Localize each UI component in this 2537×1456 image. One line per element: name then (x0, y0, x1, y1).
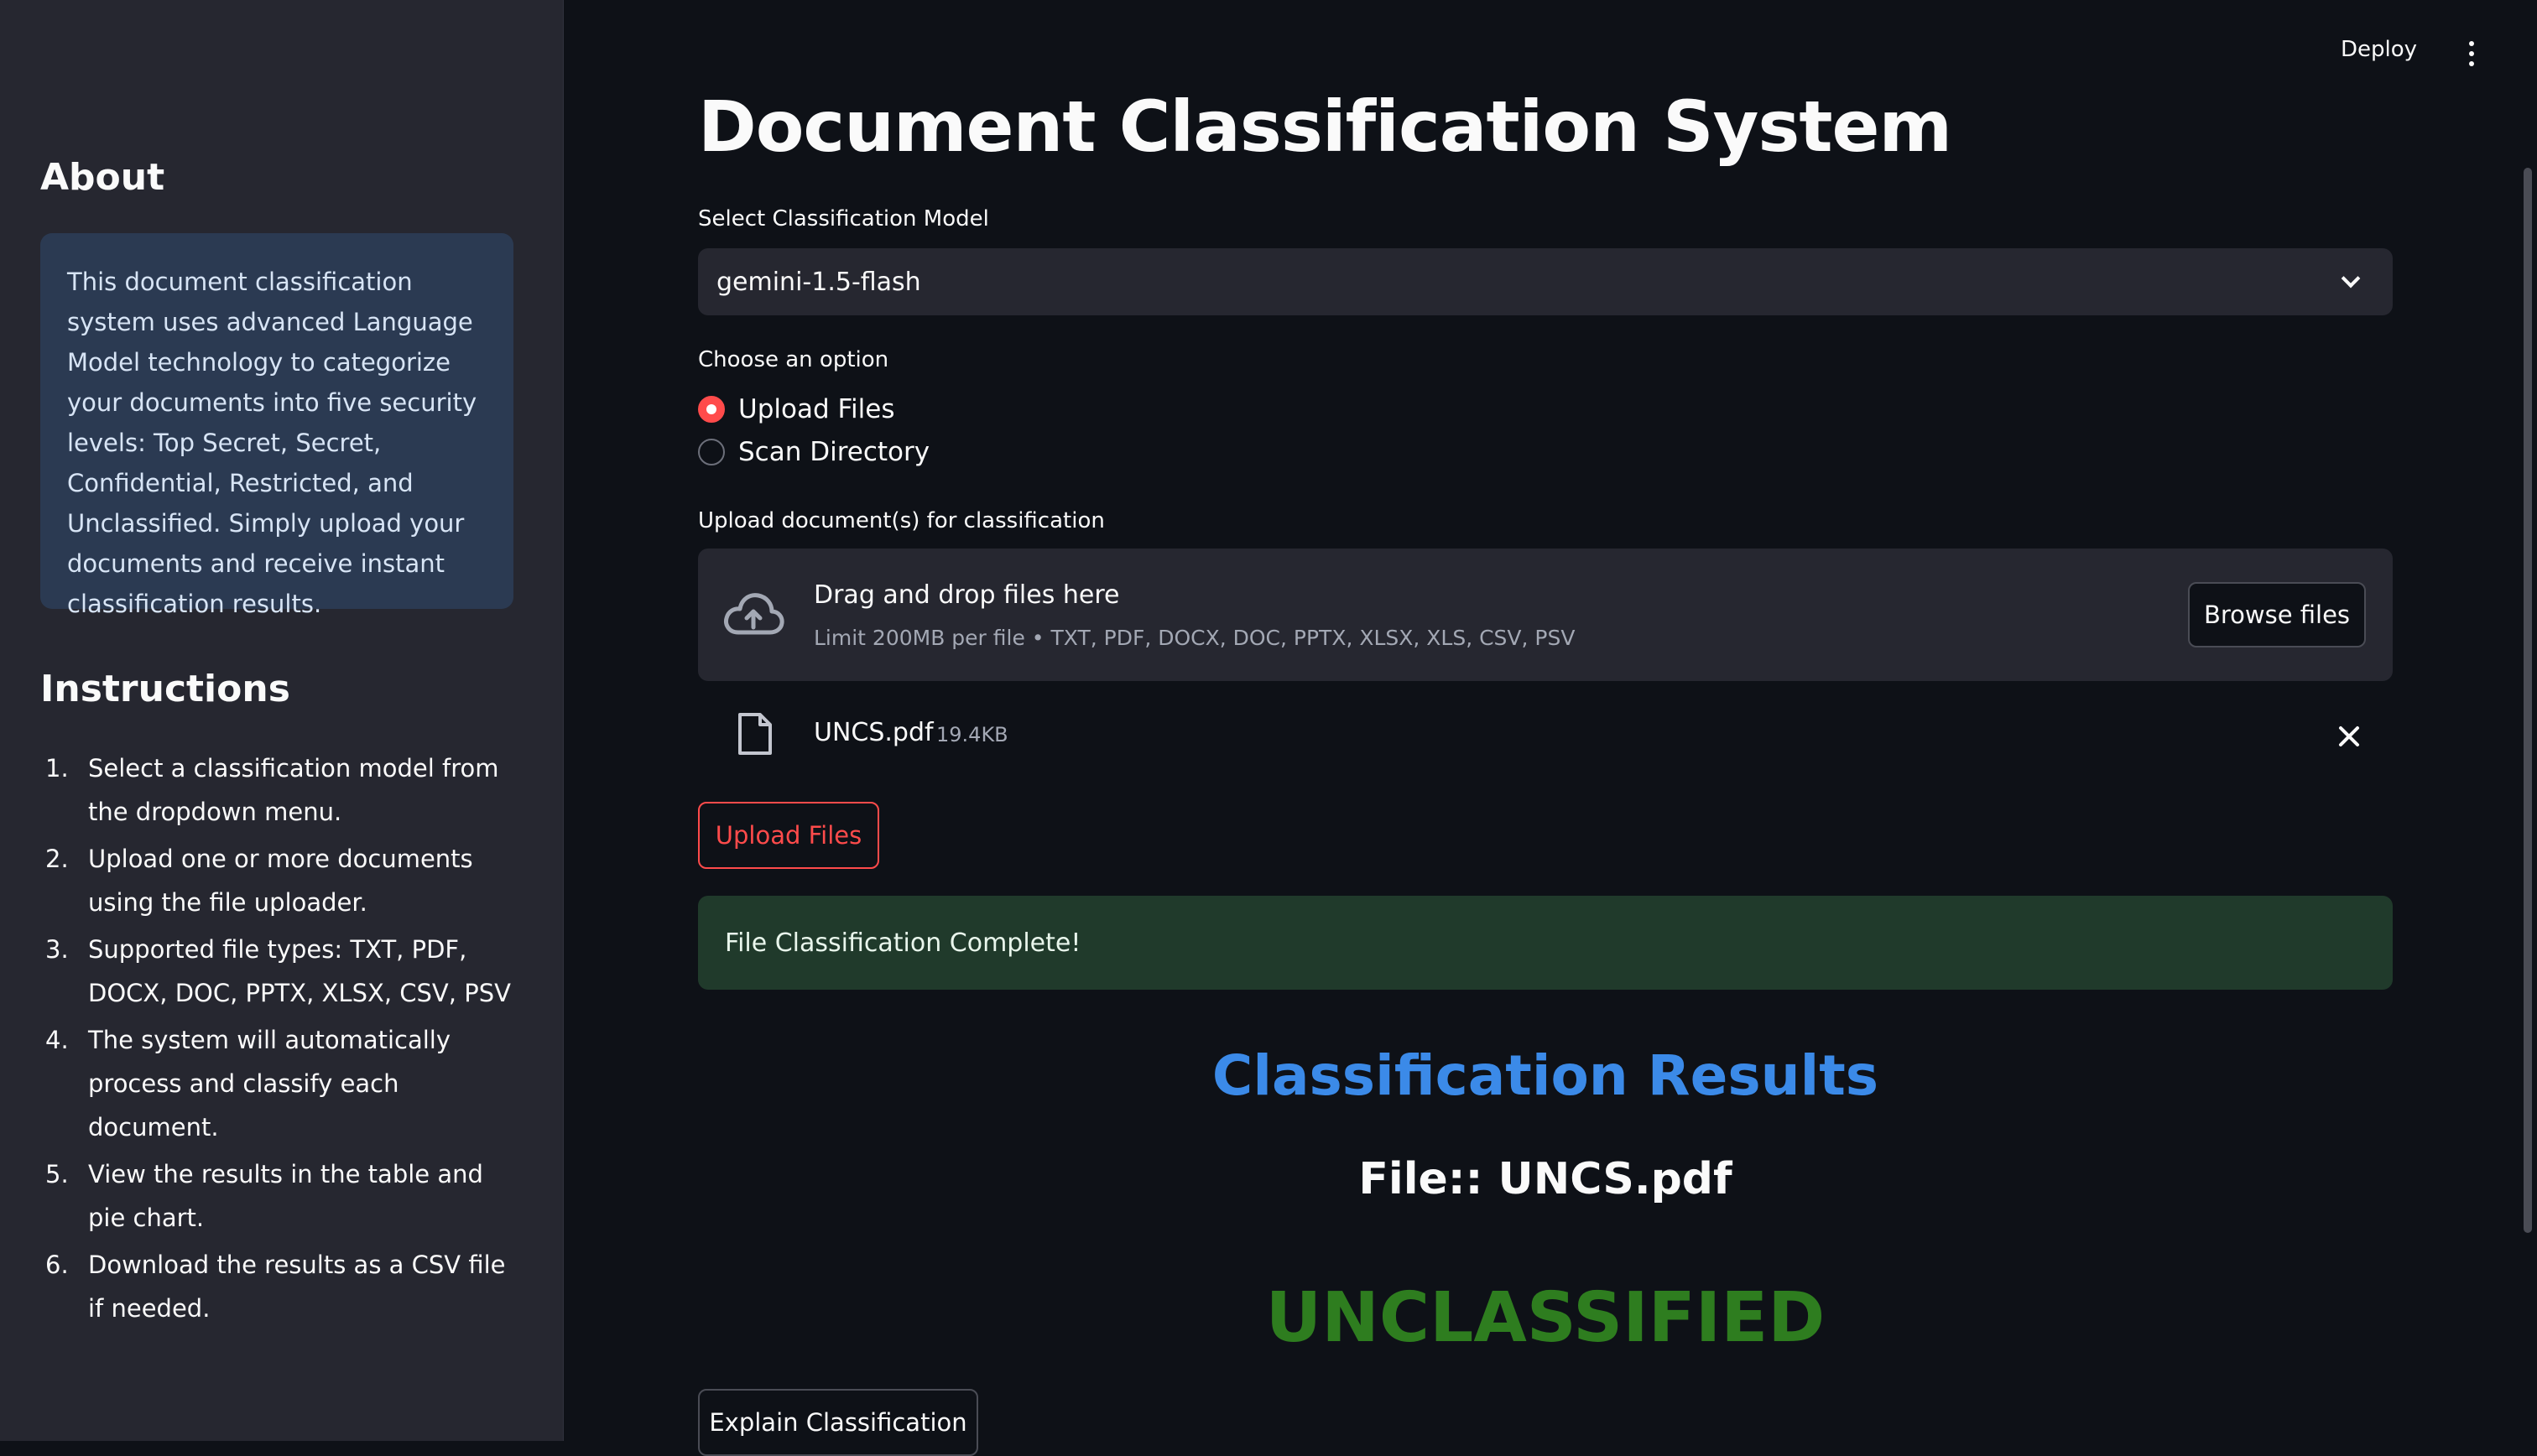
model-select-label: Select Classification Model (698, 206, 989, 231)
instruction-number: 5. (45, 1160, 69, 1188)
radio-scan-directory[interactable]: Scan Directory (698, 437, 930, 467)
result-file-name: File:: UNCS.pdf (1358, 1154, 1732, 1204)
explain-classification-button[interactable]: Explain Classification (698, 1389, 978, 1456)
upload-files-button[interactable]: Upload Files (698, 802, 879, 869)
dropzone-limit: Limit 200MB per file • TXT, PDF, DOCX, D… (814, 626, 1576, 650)
instruction-text: The system will automatically process an… (88, 1026, 451, 1141)
radio-upload-files[interactable]: Upload Files (698, 394, 895, 424)
instruction-text: View the results in the table and pie ch… (88, 1160, 483, 1232)
radio-label: Upload Files (738, 394, 895, 424)
instruction-number: 3. (45, 935, 69, 964)
success-alert: File Classification Complete! (698, 896, 2393, 990)
instruction-item: 5. View the results in the table and pie … (40, 1152, 527, 1240)
deploy-button[interactable]: Deploy (2341, 37, 2417, 62)
instruction-number: 2. (45, 845, 69, 873)
model-select[interactable]: gemini-1.5-flash (698, 248, 2393, 315)
instruction-text: Upload one or more documents using the f… (88, 845, 473, 917)
file-icon (738, 713, 772, 755)
radio-selected-icon[interactable] (698, 396, 725, 423)
chevron-down-icon (2341, 268, 2361, 289)
uploaded-file-row: UNCS.pdf 19.4KB (698, 705, 2393, 765)
instruction-item: 6. Download the results as a CSV file if … (40, 1243, 527, 1330)
classification-label: UNCLASSIFIED (1265, 1278, 1826, 1358)
instruction-number: 1. (45, 754, 69, 783)
uploader-label: Upload document(s) for classification (698, 508, 1105, 533)
model-select-value: gemini-1.5-flash (716, 267, 921, 297)
about-heading: About (40, 156, 165, 199)
uploaded-file-size: 19.4KB (936, 723, 1008, 746)
instruction-item: 4. The system will automatically process … (40, 1018, 527, 1149)
dropzone-title: Drag and drop files here (814, 580, 1120, 610)
main-scrollbar[interactable] (2524, 168, 2532, 1233)
radio-unselected-icon[interactable] (698, 439, 725, 465)
uploaded-file-name: UNCS.pdf (814, 718, 934, 747)
instruction-text: Select a classification model from the d… (88, 754, 499, 826)
instruction-text: Supported file types: TXT, PDF, DOCX, DO… (88, 935, 511, 1007)
kebab-dot (2469, 41, 2474, 46)
instruction-number: 4. (45, 1026, 69, 1054)
instruction-item: 1. Select a classification model from the… (40, 746, 527, 834)
instructions-heading: Instructions (40, 668, 290, 710)
instruction-text: Download the results as a CSV file if ne… (88, 1251, 506, 1323)
radio-label: Scan Directory (738, 437, 930, 467)
cloud-upload-icon (724, 593, 784, 635)
option-label: Choose an option (698, 347, 889, 372)
instruction-item: 2. Upload one or more documents using the… (40, 837, 527, 924)
instruction-item: 3. Supported file types: TXT, PDF, DOCX, … (40, 928, 527, 1015)
instructions-list: 1. Select a classification model from the… (40, 746, 527, 1334)
browse-files-button[interactable]: Browse files (2188, 582, 2366, 647)
instruction-number: 6. (45, 1251, 69, 1279)
file-dropzone[interactable]: Drag and drop files here Limit 200MB per… (698, 549, 2393, 681)
close-icon[interactable] (2334, 721, 2364, 751)
results-heading: Classification Results (1211, 1043, 1879, 1108)
kebab-menu-icon[interactable] (2463, 37, 2480, 70)
kebab-dot (2469, 61, 2474, 66)
about-info-box: This document classification system uses… (40, 233, 513, 618)
sidebar: About This document classification syste… (0, 0, 564, 1441)
kebab-dot (2469, 51, 2474, 56)
page-title: Document Classification System (698, 86, 1952, 168)
